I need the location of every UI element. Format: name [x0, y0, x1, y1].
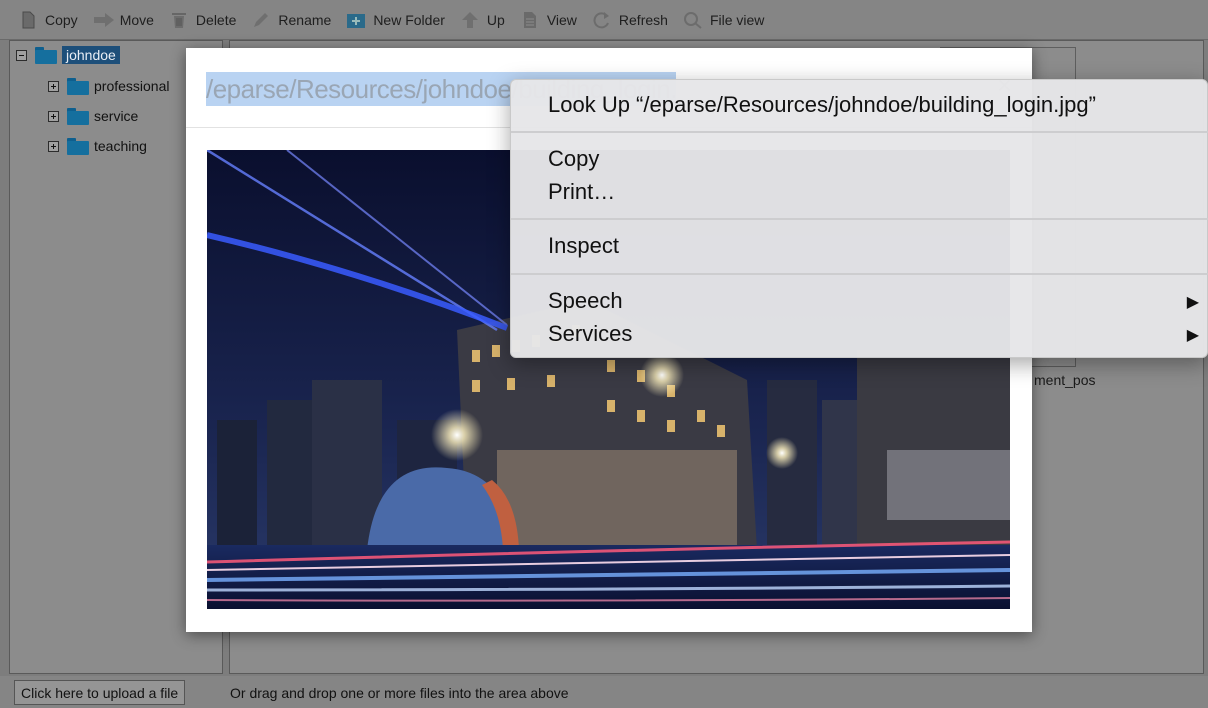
- context-menu: Look Up “/eparse/Resources/johndoe/build…: [510, 79, 1208, 358]
- move-button[interactable]: Move: [93, 11, 154, 29]
- menu-divider: [511, 273, 1208, 275]
- expand-toggle-icon[interactable]: [48, 140, 59, 152]
- file-tile-name[interactable]: ment_pos: [1034, 372, 1095, 388]
- tree-item-label: johndoe: [62, 46, 120, 64]
- menu-divider: [511, 218, 1208, 220]
- file-view-button[interactable]: File view: [683, 11, 764, 29]
- tree-item-label: service: [94, 108, 139, 124]
- submenu-arrow-icon: ▶: [1186, 294, 1199, 311]
- upload-file-button[interactable]: Click here to upload a file: [14, 680, 186, 705]
- tree-item-label: teaching: [94, 138, 147, 154]
- new-folder-icon: [346, 11, 366, 29]
- move-arrow-icon: [93, 11, 114, 29]
- upload-bar: Click here to upload a file Or drag and …: [0, 676, 1208, 708]
- pencil-icon: [251, 11, 271, 29]
- folder-icon: [67, 107, 89, 125]
- context-menu-look-up[interactable]: Look Up “/eparse/Resources/johndoe/build…: [548, 92, 1096, 118]
- context-menu-services[interactable]: Services: [548, 321, 632, 347]
- tree-item-service[interactable]: service: [48, 106, 138, 126]
- folder-icon: [67, 137, 89, 155]
- refresh-icon: [592, 11, 612, 29]
- tree-item-label: professional: [94, 78, 170, 94]
- folder-icon: [35, 46, 57, 64]
- magnifier-icon: [683, 11, 703, 29]
- collapse-toggle-icon[interactable]: [16, 49, 27, 61]
- rename-button[interactable]: Rename: [251, 11, 331, 29]
- context-menu-copy[interactable]: Copy: [548, 146, 599, 172]
- tree-item-teaching[interactable]: teaching: [48, 136, 147, 156]
- view-document-icon: [520, 11, 540, 29]
- view-button[interactable]: View: [520, 11, 577, 29]
- refresh-button[interactable]: Refresh: [592, 11, 668, 29]
- expand-toggle-icon[interactable]: [48, 80, 59, 92]
- delete-button[interactable]: Delete: [169, 11, 236, 29]
- upload-hint: Or drag and drop one or more files into …: [230, 685, 569, 701]
- folder-icon: [67, 77, 89, 95]
- up-arrow-icon: [460, 11, 480, 29]
- expand-toggle-icon[interactable]: [48, 110, 59, 122]
- new-folder-button[interactable]: New Folder: [346, 11, 445, 29]
- context-menu-print[interactable]: Print…: [548, 179, 615, 205]
- context-menu-inspect[interactable]: Inspect: [548, 233, 619, 259]
- tree-item-johndoe[interactable]: johndoe: [16, 45, 120, 65]
- toolbar: Copy Move Delete Rename New Folder Up Vi…: [0, 0, 1208, 40]
- tree-item-professional[interactable]: professional: [48, 76, 170, 96]
- menu-divider: [511, 131, 1208, 133]
- up-button[interactable]: Up: [460, 11, 505, 29]
- copy-button[interactable]: Copy: [18, 11, 78, 29]
- trash-icon: [169, 11, 189, 29]
- submenu-arrow-icon: ▶: [1186, 327, 1199, 344]
- copy-icon: [18, 11, 38, 29]
- context-menu-speech[interactable]: Speech: [548, 288, 623, 314]
